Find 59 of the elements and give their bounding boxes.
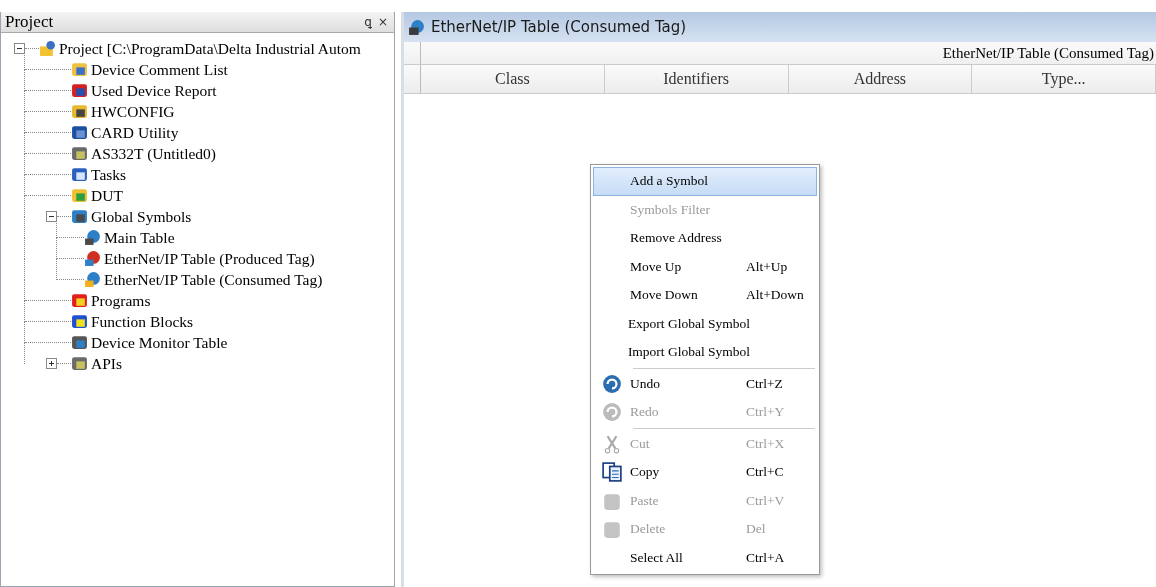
copy-icon — [602, 462, 622, 483]
document-title: EtherNet/IP Table (Consumed Tag) — [431, 18, 687, 36]
tree-item[interactable]: Used Device Report — [91, 81, 217, 100]
expand-toggle[interactable] — [46, 358, 57, 369]
tree-item[interactable]: Tasks — [91, 165, 127, 184]
menu-item[interactable]: Add a Symbol — [593, 167, 817, 196]
tree-item[interactable]: Programs — [91, 291, 151, 310]
tree-item[interactable]: Device Comment List — [91, 60, 228, 79]
pin-button[interactable]: ꝗ — [362, 15, 374, 29]
tree-item[interactable]: Function Blocks — [91, 312, 194, 331]
document-tab[interactable]: EtherNet/IP Table (Consumed Tag) — [404, 12, 1156, 42]
column-header[interactable]: Identifiers — [604, 65, 789, 93]
item-icon — [71, 208, 88, 225]
item-icon — [71, 292, 88, 309]
item-icon — [71, 187, 88, 204]
menu-item[interactable]: Import Global Symbol — [593, 338, 817, 367]
undo-icon — [602, 373, 622, 394]
item-icon — [71, 166, 88, 183]
menu-item[interactable]: Copy Ctrl+C — [593, 458, 817, 487]
menu-item[interactable]: Export Global Symbol — [593, 309, 817, 338]
item-icon — [71, 61, 88, 78]
project-icon — [39, 40, 56, 57]
tree-item[interactable]: AS332T (Untitled0) — [91, 144, 216, 163]
item-icon — [71, 355, 88, 372]
column-header[interactable]: Address — [788, 65, 973, 93]
item-icon — [71, 334, 88, 351]
tree-item[interactable]: Device Monitor Table — [91, 333, 228, 352]
tree-item[interactable]: EtherNet/IP Table (Produced Tag) — [104, 249, 315, 268]
item-icon — [71, 145, 88, 162]
table-icon — [408, 18, 425, 36]
tree-item[interactable]: HWCONFIG — [91, 102, 175, 121]
tree-item[interactable]: APIs — [91, 354, 122, 373]
item-icon — [84, 271, 101, 288]
close-button[interactable]: × — [375, 15, 390, 29]
table-caption: EtherNet/IP Table (Consumed Tag) — [941, 44, 1155, 63]
scissors-icon — [602, 433, 622, 454]
column-header[interactable]: Class — [421, 65, 605, 93]
menu-item[interactable]: Undo Ctrl+Z — [593, 369, 817, 398]
item-icon — [71, 313, 88, 330]
collapse-toggle[interactable] — [46, 211, 57, 222]
item-icon — [71, 82, 88, 99]
column-header[interactable]: Type... — [972, 65, 1156, 93]
tree-item[interactable]: Global Symbols — [91, 207, 192, 226]
menu-item[interactable]: Move Down Alt+Down — [593, 281, 817, 310]
collapse-toggle[interactable] — [14, 43, 25, 54]
item-icon — [71, 124, 88, 141]
panel-title: Project — [5, 12, 54, 32]
tree-item[interactable]: CARD Utility — [91, 123, 179, 142]
menu-item[interactable]: Move Up Alt+Up — [593, 252, 817, 281]
menu-item[interactable]: Select All Ctrl+A — [593, 543, 817, 572]
tree-item[interactable]: Main Table — [104, 228, 175, 247]
tree-item[interactable]: EtherNet/IP Table (Consumed Tag) — [104, 270, 323, 289]
redo-icon — [602, 402, 622, 423]
item-icon — [71, 103, 88, 120]
menu-item[interactable]: Remove Address — [593, 224, 817, 253]
item-icon — [84, 229, 101, 246]
item-icon — [84, 250, 101, 267]
tree-item[interactable]: Project [C:\ProgramData\Delta Industrial Autom — [59, 39, 361, 58]
tree-item[interactable]: DUT — [91, 186, 123, 205]
